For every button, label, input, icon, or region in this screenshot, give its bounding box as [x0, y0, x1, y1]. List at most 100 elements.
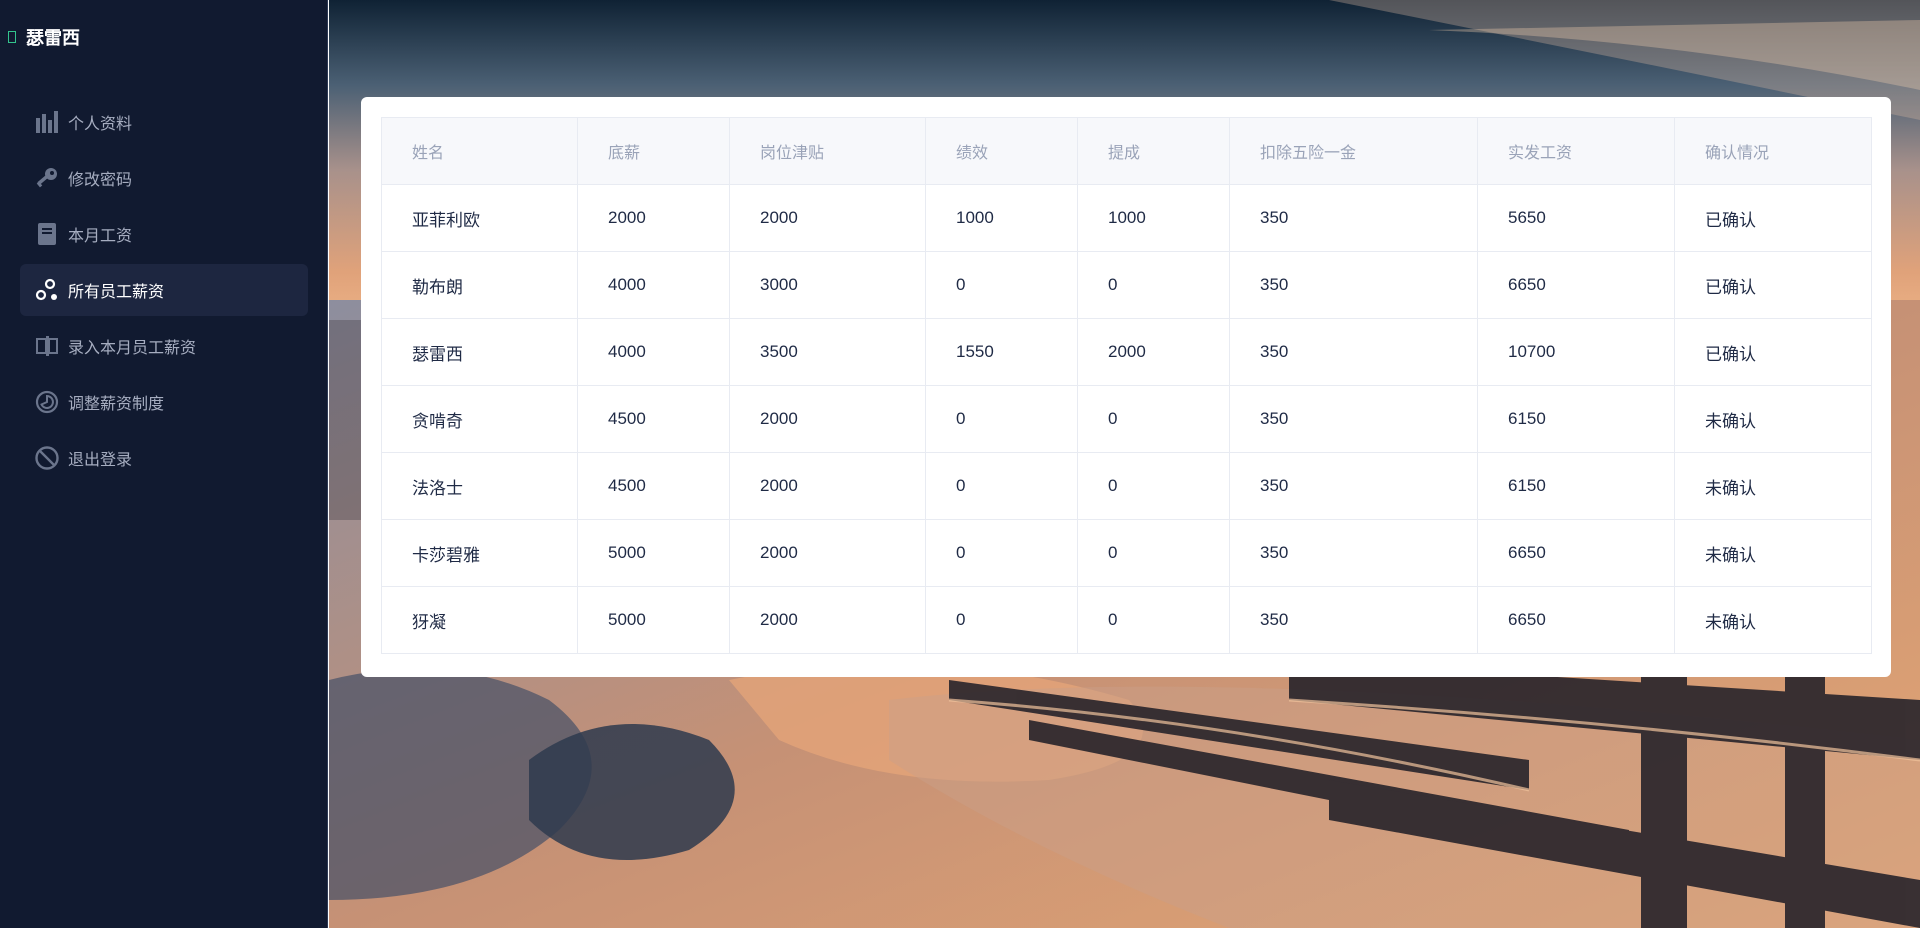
table-row[interactable]: 瑟雷西 4000 3500 1550 2000 350 10700 已确认 [381, 318, 1872, 386]
brand-icon [8, 31, 16, 43]
cell-confirm-status: 已确认 [1674, 184, 1872, 252]
cell-name: 勒布朗 [381, 251, 578, 319]
sidebar-menu: 个人资料 修改密码 本月工资 所有员工薪资 录入本月员工薪资 调整薪资制度 退出… [20, 96, 308, 488]
sidebar-item-adjust-policy[interactable]: 调整薪资制度 [20, 376, 308, 428]
logout-icon [34, 445, 60, 471]
table-row[interactable]: 法洛士 4500 2000 0 0 350 6150 未确认 [381, 452, 1872, 520]
cell-insurance-deduction: 350 [1229, 184, 1478, 252]
cell-commission: 0 [1077, 586, 1230, 654]
cell-commission: 0 [1077, 251, 1230, 319]
column-header-allowance[interactable]: 岗位津贴 [729, 117, 926, 185]
cell-base-salary: 2000 [577, 184, 730, 252]
table-row[interactable]: 贪啃奇 4500 2000 0 0 350 6150 未确认 [381, 385, 1872, 453]
book-icon [34, 221, 60, 247]
cell-commission: 2000 [1077, 318, 1230, 386]
cell-performance: 0 [925, 519, 1078, 587]
cell-name: 瑟雷西 [381, 318, 578, 386]
sidebar-item-monthly-salary[interactable]: 本月工资 [20, 208, 308, 260]
cell-insurance-deduction: 350 [1229, 586, 1478, 654]
pie-chart-icon [34, 389, 60, 415]
sidebar: 瑟雷西 个人资料 修改密码 本月工资 所有员工薪资 录入本月员工薪资 调整薪资制… [0, 0, 328, 928]
cell-net-pay: 6650 [1477, 251, 1675, 319]
cell-base-salary: 4500 [577, 385, 730, 453]
cell-net-pay: 6150 [1477, 385, 1675, 453]
cell-name: 贪啃奇 [381, 385, 578, 453]
brand-title: 瑟雷西 [26, 28, 80, 49]
cell-allowance: 3500 [729, 318, 926, 386]
cell-allowance: 2000 [729, 519, 926, 587]
cell-allowance: 2000 [729, 184, 926, 252]
table-row[interactable]: 亚菲利欧 2000 2000 1000 1000 350 5650 已确认 [381, 184, 1872, 252]
sidebar-item-label: 调整薪资制度 [68, 394, 165, 413]
cell-performance: 0 [925, 452, 1078, 520]
sidebar-item-all-salaries[interactable]: 所有员工薪资 [20, 264, 308, 316]
cell-net-pay: 6650 [1477, 519, 1675, 587]
cell-name: 法洛士 [381, 452, 578, 520]
column-header-confirm-status[interactable]: 确认情况 [1674, 117, 1872, 185]
cell-confirm-status: 已确认 [1674, 251, 1872, 319]
cell-net-pay: 10700 [1477, 318, 1675, 386]
cell-base-salary: 4000 [577, 251, 730, 319]
cell-base-salary: 5000 [577, 519, 730, 587]
sidebar-item-label: 所有员工薪资 [68, 282, 165, 301]
bar-chart-icon [34, 109, 60, 135]
cell-base-salary: 4000 [577, 318, 730, 386]
cell-name: 卡莎碧雅 [381, 519, 578, 587]
input-icon [34, 333, 60, 359]
main-content: 姓名 底薪 岗位津贴 绩效 提成 扣除五险一金 实发工资 确认情况 亚菲利欧 2… [329, 0, 1920, 928]
cell-performance: 0 [925, 251, 1078, 319]
column-header-performance[interactable]: 绩效 [925, 117, 1078, 185]
cell-insurance-deduction: 350 [1229, 318, 1478, 386]
sidebar-item-label: 退出登录 [68, 450, 133, 469]
column-header-base-salary[interactable]: 底薪 [577, 117, 730, 185]
app-window: 瑟雷西 个人资料 修改密码 本月工资 所有员工薪资 录入本月员工薪资 调整薪资制… [0, 0, 1920, 928]
sidebar-item-enter-salaries[interactable]: 录入本月员工薪资 [20, 320, 308, 372]
cell-name: 犽凝 [381, 586, 578, 654]
cell-confirm-status: 已确认 [1674, 318, 1872, 386]
nodes-icon [34, 277, 60, 303]
cell-net-pay: 5650 [1477, 184, 1675, 252]
cell-base-salary: 5000 [577, 586, 730, 654]
cell-insurance-deduction: 350 [1229, 385, 1478, 453]
table-row[interactable]: 卡莎碧雅 5000 2000 0 0 350 6650 未确认 [381, 519, 1872, 587]
column-header-name[interactable]: 姓名 [381, 117, 578, 185]
cell-confirm-status: 未确认 [1674, 452, 1872, 520]
cell-allowance: 2000 [729, 586, 926, 654]
cell-base-salary: 4500 [577, 452, 730, 520]
salary-table: 姓名 底薪 岗位津贴 绩效 提成 扣除五险一金 实发工资 确认情况 亚菲利欧 2… [381, 117, 1872, 654]
cell-confirm-status: 未确认 [1674, 385, 1872, 453]
cell-performance: 1550 [925, 318, 1078, 386]
table-row[interactable]: 勒布朗 4000 3000 0 0 350 6650 已确认 [381, 251, 1872, 319]
sidebar-item-logout[interactable]: 退出登录 [20, 432, 308, 484]
sidebar-item-label: 录入本月员工薪资 [68, 338, 197, 357]
column-header-commission[interactable]: 提成 [1077, 117, 1230, 185]
column-header-net-pay[interactable]: 实发工资 [1477, 117, 1675, 185]
sidebar-item-change-password[interactable]: 修改密码 [20, 152, 308, 204]
cell-allowance: 2000 [729, 385, 926, 453]
cell-commission: 0 [1077, 385, 1230, 453]
table-header-row: 姓名 底薪 岗位津贴 绩效 提成 扣除五险一金 实发工资 确认情况 [381, 117, 1872, 185]
cell-net-pay: 6150 [1477, 452, 1675, 520]
cell-confirm-status: 未确认 [1674, 519, 1872, 587]
cell-commission: 1000 [1077, 184, 1230, 252]
cell-insurance-deduction: 350 [1229, 251, 1478, 319]
sidebar-item-label: 本月工资 [68, 226, 133, 245]
salary-table-card: 姓名 底薪 岗位津贴 绩效 提成 扣除五险一金 实发工资 确认情况 亚菲利欧 2… [361, 97, 1891, 677]
table-row[interactable]: 犽凝 5000 2000 0 0 350 6650 未确认 [381, 586, 1872, 654]
brand: 瑟雷西 [8, 24, 80, 50]
sidebar-item-label: 修改密码 [68, 170, 133, 189]
key-icon [34, 165, 60, 191]
sidebar-item-label: 个人资料 [68, 114, 133, 133]
cell-performance: 0 [925, 586, 1078, 654]
sidebar-item-profile[interactable]: 个人资料 [20, 96, 308, 148]
cell-performance: 1000 [925, 184, 1078, 252]
cell-name: 亚菲利欧 [381, 184, 578, 252]
cell-commission: 0 [1077, 519, 1230, 587]
cell-allowance: 3000 [729, 251, 926, 319]
column-header-insurance-deduction[interactable]: 扣除五险一金 [1229, 117, 1478, 185]
cell-insurance-deduction: 350 [1229, 452, 1478, 520]
cell-performance: 0 [925, 385, 1078, 453]
cell-commission: 0 [1077, 452, 1230, 520]
cell-allowance: 2000 [729, 452, 926, 520]
cell-confirm-status: 未确认 [1674, 586, 1872, 654]
